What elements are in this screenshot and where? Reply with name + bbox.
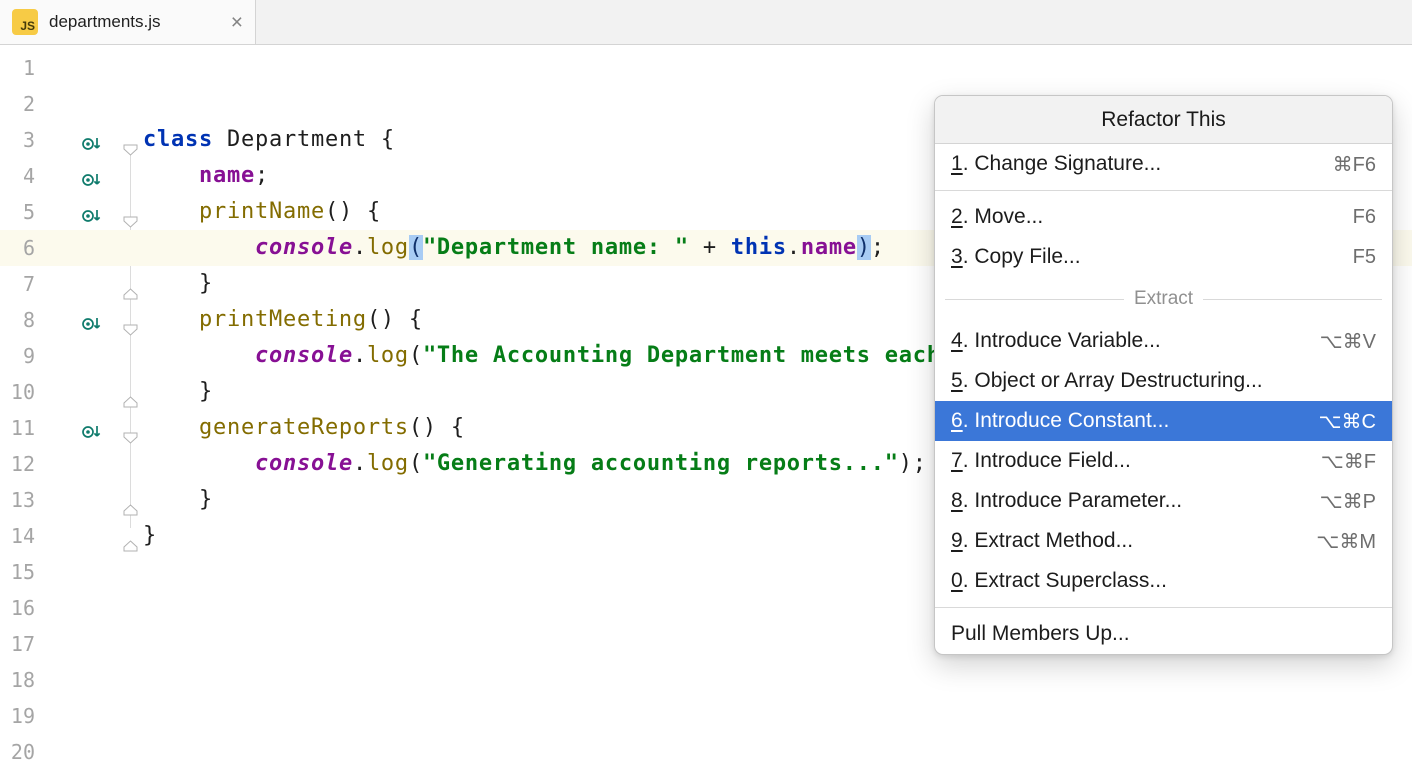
- mnemonic-number: 9: [951, 529, 963, 552]
- shortcut-label: ⌥⌘M: [1296, 529, 1376, 554]
- shortcut-label: ⌥⌘V: [1300, 329, 1376, 354]
- mnemonic-number: 2: [951, 205, 963, 228]
- code-line-20: 20: [0, 734, 1412, 770]
- line-number: 14: [0, 518, 35, 554]
- menu-item-label: 3. Copy File...: [951, 245, 1081, 269]
- tab-close-icon[interactable]: ×: [231, 12, 243, 33]
- menu-item-label: 1. Change Signature...: [951, 152, 1161, 176]
- mnemonic-number: 4: [951, 329, 963, 352]
- popup-title: Refactor This: [935, 96, 1392, 144]
- line-number: 19: [0, 698, 35, 734]
- line-number: 20: [0, 734, 35, 770]
- mnemonic-number: 0: [951, 569, 963, 592]
- menu-item-label: 7. Introduce Field...: [951, 449, 1131, 473]
- menu-item-move[interactable]: 2. Move... F6: [935, 197, 1392, 237]
- menu-separator: [935, 607, 1392, 608]
- menu-item-label: 8. Introduce Parameter...: [951, 489, 1182, 513]
- menu-item-extract-superclass[interactable]: 0. Extract Superclass...: [935, 561, 1392, 601]
- menu-item-introduce-parameter[interactable]: 8. Introduce Parameter... ⌥⌘P: [935, 481, 1392, 521]
- menu-item-change-signature[interactable]: 1. Change Signature... ⌘F6: [935, 144, 1392, 184]
- code-line-1: 1: [0, 50, 1412, 86]
- tab-departments-js[interactable]: JS departments.js ×: [0, 0, 256, 44]
- line-number: 13: [0, 482, 35, 518]
- tab-title: departments.js: [49, 12, 161, 32]
- code-text: }: [143, 266, 213, 302]
- mnemonic-number: 6: [951, 409, 963, 432]
- code-text: console.log("The Accounting Department m…: [143, 338, 941, 374]
- menu-section-extract: Extract: [945, 277, 1382, 321]
- code-line-19: 19: [0, 698, 1412, 734]
- line-number: 18: [0, 662, 35, 698]
- line-number: 12: [0, 446, 35, 482]
- code-text: }: [143, 482, 213, 518]
- line-number: 5: [0, 194, 35, 230]
- menu-section-label: Extract: [1134, 288, 1193, 310]
- mnemonic-number: 7: [951, 449, 963, 472]
- menu-item-label: 4. Introduce Variable...: [951, 329, 1161, 353]
- menu-items: 1. Change Signature... ⌘F6 2. Move... F6 3. …: [935, 144, 1392, 654]
- refactor-this-popup: Refactor This 1. Change Signature... ⌘F6 2…: [934, 95, 1393, 655]
- code-text: }: [143, 518, 157, 554]
- line-number: 2: [0, 86, 35, 122]
- line-number: 11: [0, 410, 35, 446]
- line-number: 3: [0, 122, 35, 158]
- menu-item-label: 0. Extract Superclass...: [951, 569, 1167, 593]
- line-number: 8: [0, 302, 35, 338]
- shortcut-label: F5: [1333, 246, 1376, 269]
- menu-item-object-or-array-destructuring[interactable]: 5. Object or Array Destructuring...: [935, 361, 1392, 401]
- menu-item-label: 6. Introduce Constant...: [951, 409, 1169, 433]
- mnemonic-number: 1: [951, 152, 963, 175]
- code-line-18: 18: [0, 662, 1412, 698]
- line-number: 10: [0, 374, 35, 410]
- ide-window: JS departments.js × 123class Department …: [0, 0, 1412, 750]
- menu-item-extract-method[interactable]: 9. Extract Method... ⌥⌘M: [935, 521, 1392, 561]
- mnemonic-number: 5: [951, 369, 963, 392]
- code-text: console.log("Generating accounting repor…: [143, 446, 927, 482]
- line-number: 7: [0, 266, 35, 302]
- line-number: 1: [0, 50, 35, 86]
- menu-item-copy-file[interactable]: 3. Copy File... F5: [935, 237, 1392, 277]
- code-text: }: [143, 374, 213, 410]
- code-text: generateReports() {: [143, 410, 465, 446]
- code-text: console.log("Department name: " + this.n…: [143, 230, 885, 266]
- code-text: printName() {: [143, 194, 381, 230]
- menu-item-label: 2. Move...: [951, 205, 1043, 229]
- menu-item-introduce-constant[interactable]: 6. Introduce Constant... ⌥⌘C: [935, 401, 1392, 441]
- menu-item-introduce-field[interactable]: 7. Introduce Field... ⌥⌘F: [935, 441, 1392, 481]
- shortcut-label: ⌥⌘P: [1300, 489, 1376, 514]
- shortcut-label: ⌘F6: [1313, 152, 1376, 177]
- shortcut-label: ⌥⌘C: [1299, 409, 1377, 434]
- menu-item-label: 5. Object or Array Destructuring...: [951, 369, 1263, 393]
- line-number: 4: [0, 158, 35, 194]
- menu-item-introduce-variable[interactable]: 4. Introduce Variable... ⌥⌘V: [935, 321, 1392, 361]
- mnemonic-number: 3: [951, 245, 963, 268]
- line-number: 16: [0, 590, 35, 626]
- line-number: 6: [0, 230, 35, 266]
- code-text: printMeeting() {: [143, 302, 423, 338]
- line-number: 9: [0, 338, 35, 374]
- code-text: name;: [143, 158, 269, 194]
- line-number: 15: [0, 554, 35, 590]
- menu-item-pull-members-up[interactable]: Pull Members Up...: [935, 614, 1392, 654]
- shortcut-label: F6: [1333, 206, 1376, 229]
- code-text: class Department {: [143, 122, 395, 158]
- line-number: 17: [0, 626, 35, 662]
- menu-item-label: 9. Extract Method...: [951, 529, 1133, 553]
- editor-tab-bar: JS departments.js ×: [0, 0, 1412, 45]
- shortcut-label: ⌥⌘F: [1301, 449, 1376, 474]
- menu-item-label: Pull Members Up...: [951, 622, 1130, 646]
- mnemonic-number: 8: [951, 489, 963, 512]
- javascript-file-icon: JS: [12, 9, 38, 35]
- menu-separator: [935, 190, 1392, 191]
